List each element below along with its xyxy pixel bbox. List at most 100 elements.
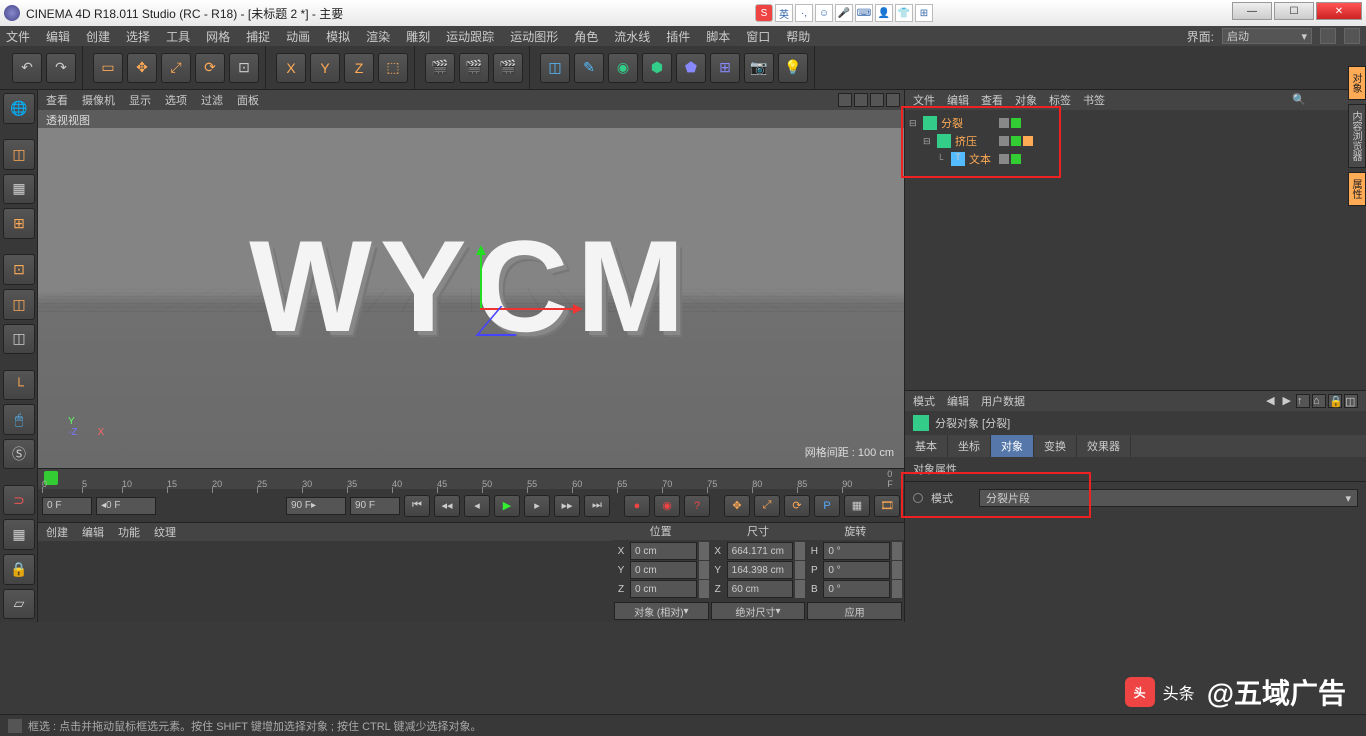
- menu-animate[interactable]: 动画: [286, 28, 310, 45]
- cur-start-field[interactable]: ◂ 0 F: [96, 497, 156, 515]
- record-button[interactable]: ●: [624, 495, 650, 517]
- range-end-field[interactable]: 90 F: [350, 497, 400, 515]
- tree-item-text[interactable]: └T 文本: [909, 150, 1362, 168]
- lock-workplane-button[interactable]: 🔒: [3, 554, 35, 585]
- tree-item-split[interactable]: ⊟ 分裂: [909, 114, 1362, 132]
- menu-file[interactable]: 文件: [6, 28, 30, 45]
- menu-simulate[interactable]: 模拟: [326, 28, 350, 45]
- side-tab-objects[interactable]: 对象: [1348, 66, 1366, 100]
- ime-lang[interactable]: 英: [775, 4, 793, 22]
- tab-coord[interactable]: 坐标: [948, 435, 991, 457]
- layer-tag-icon[interactable]: [999, 154, 1009, 164]
- om-menu-bookmarks[interactable]: 书签: [1083, 92, 1105, 108]
- axis-x-button[interactable]: X: [276, 53, 306, 83]
- om-view-icon[interactable]: [1318, 93, 1332, 107]
- coord-mode-selector[interactable]: 对象 (相对) ▾: [614, 602, 709, 620]
- minimize-button[interactable]: —: [1232, 2, 1272, 20]
- timeline-ruler[interactable]: 05 1015 2025 3035 4045 5055 6065 7075 80…: [38, 469, 904, 489]
- mograph-button[interactable]: ⬢: [642, 53, 672, 83]
- nav-fwd-icon[interactable]: ▶: [1280, 394, 1294, 408]
- attr-menu-userdata[interactable]: 用户数据: [981, 393, 1025, 409]
- pos-y-field[interactable]: 0 cm: [630, 561, 697, 579]
- next-frame-button[interactable]: ▸: [524, 495, 550, 517]
- workplane-grid-button[interactable]: ▦: [3, 519, 35, 550]
- apply-button[interactable]: 应用: [807, 602, 902, 620]
- material-panel[interactable]: [38, 541, 612, 622]
- layout-icon-1[interactable]: [1320, 28, 1336, 44]
- ime-shirt-icon[interactable]: 👕: [895, 4, 913, 22]
- vp-nav-icon-3[interactable]: [870, 93, 884, 107]
- light-button[interactable]: 💡: [778, 53, 808, 83]
- play-button[interactable]: ▶: [494, 495, 520, 517]
- ime-grid-icon[interactable]: ⊞: [915, 4, 933, 22]
- ime-user-icon[interactable]: 👤: [875, 4, 893, 22]
- vp-menu-display[interactable]: 显示: [129, 92, 151, 108]
- close-button[interactable]: ✕: [1316, 2, 1362, 20]
- key-param-button[interactable]: P: [814, 495, 840, 517]
- select-tool[interactable]: ▭: [93, 53, 123, 83]
- key-pos-button[interactable]: ✥: [724, 495, 750, 517]
- magnet-button[interactable]: ⊃: [3, 485, 35, 516]
- prev-frame-button[interactable]: ◂: [464, 495, 490, 517]
- attr-home-icon[interactable]: ⌂: [1312, 394, 1326, 408]
- render-region-button[interactable]: 🎬: [459, 53, 489, 83]
- tab-transform[interactable]: 变换: [1034, 435, 1077, 457]
- side-tab-attr[interactable]: 属性: [1348, 172, 1366, 206]
- workplane-button[interactable]: ⊞: [3, 208, 35, 239]
- size-mode-selector[interactable]: 绝对尺寸 ▾: [711, 602, 806, 620]
- planar-workplane-button[interactable]: ▱: [3, 589, 35, 620]
- make-editable-button[interactable]: 🌐: [3, 93, 35, 124]
- maximize-button[interactable]: ☐: [1274, 2, 1314, 20]
- vp-menu-camera[interactable]: 摄像机: [82, 92, 115, 108]
- edges-mode-button[interactable]: ◫: [3, 289, 35, 320]
- attr-lock-icon[interactable]: 🔒: [1328, 394, 1342, 408]
- vp-nav-icon-4[interactable]: [886, 93, 900, 107]
- render-settings-button[interactable]: 🎬: [493, 53, 523, 83]
- polygons-mode-button[interactable]: ◫: [3, 324, 35, 355]
- coord-system-button[interactable]: ⬚: [378, 53, 408, 83]
- model-mode-button[interactable]: ◫: [3, 139, 35, 170]
- visibility-tag-icon[interactable]: [1011, 136, 1021, 146]
- tab-object[interactable]: 对象: [991, 435, 1034, 457]
- key-pla-button[interactable]: ▦: [844, 495, 870, 517]
- snap-button[interactable]: Ⓢ: [3, 439, 35, 470]
- tree-item-extrude[interactable]: ⊟ 挤压: [909, 132, 1362, 150]
- perspective-viewport[interactable]: WYCM Y -ZX 网格间距 : 100 cm: [38, 128, 904, 468]
- menu-tools[interactable]: 工具: [166, 28, 190, 45]
- menu-mesh[interactable]: 网格: [206, 28, 230, 45]
- texture-mode-button[interactable]: ▦: [3, 174, 35, 205]
- rotate-tool[interactable]: ⟳: [195, 53, 225, 83]
- menu-motiontrack[interactable]: 运动跟踪: [446, 28, 494, 45]
- layout-icon-2[interactable]: [1344, 28, 1360, 44]
- menu-sculpt[interactable]: 雕刻: [406, 28, 430, 45]
- goto-start-button[interactable]: ⏮: [404, 495, 430, 517]
- redo-button[interactable]: ↷: [46, 53, 76, 83]
- next-key-button[interactable]: ▸▸: [554, 495, 580, 517]
- side-tab-content[interactable]: 内容浏览器: [1348, 104, 1366, 168]
- vp-menu-view[interactable]: 查看: [46, 92, 68, 108]
- mat-menu-create[interactable]: 创建: [46, 524, 68, 540]
- menu-mograph[interactable]: 运动图形: [510, 28, 558, 45]
- size-z-field[interactable]: 60 cm: [727, 580, 794, 598]
- menu-render[interactable]: 渲染: [366, 28, 390, 45]
- move-tool[interactable]: ✥: [127, 53, 157, 83]
- ime-smile-icon[interactable]: ☺: [815, 4, 833, 22]
- menu-select[interactable]: 选择: [126, 28, 150, 45]
- render-view-button[interactable]: 🎬: [425, 53, 455, 83]
- autokey-button[interactable]: ◉: [654, 495, 680, 517]
- rot-h-field[interactable]: 0 °: [823, 542, 890, 560]
- scale-tool[interactable]: ⤢: [161, 53, 191, 83]
- key-rot-button[interactable]: ⟳: [784, 495, 810, 517]
- points-mode-button[interactable]: ⊡: [3, 254, 35, 285]
- menu-window[interactable]: 窗口: [746, 28, 770, 45]
- attr-new-icon[interactable]: ◫: [1344, 394, 1358, 408]
- menu-snap[interactable]: 捕捉: [246, 28, 270, 45]
- film-button[interactable]: 🎞: [874, 495, 900, 517]
- size-y-field[interactable]: 164.398 cm: [727, 561, 794, 579]
- rot-p-field[interactable]: 0 °: [823, 561, 890, 579]
- axis-mode-button[interactable]: └: [3, 370, 35, 401]
- vp-menu-filter[interactable]: 过滤: [201, 92, 223, 108]
- mat-menu-tex[interactable]: 纹理: [154, 524, 176, 540]
- tweak-mode-button[interactable]: 🖱: [3, 404, 35, 435]
- visibility-tag-icon[interactable]: [1011, 118, 1021, 128]
